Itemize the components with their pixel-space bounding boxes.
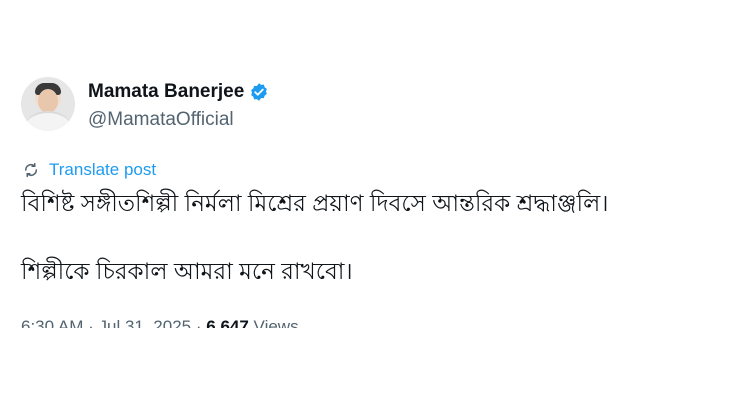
- verified-badge-icon: [251, 83, 268, 101]
- author-handle[interactable]: @MamataOfficial: [88, 109, 269, 131]
- translate-post-link[interactable]: Translate post: [22, 160, 156, 180]
- translate-icon: [24, 162, 38, 178]
- post-date[interactable]: Jul 31, 2025: [99, 317, 192, 328]
- avatar-clothing: [25, 111, 71, 131]
- separator-dot: ·: [88, 317, 99, 328]
- avatar-face: [38, 89, 58, 113]
- post-text: বিশিষ্ট সঙ্গীতশিল্পী নির্মলা মিশ্রের প্র…: [21, 186, 608, 288]
- avatar[interactable]: [21, 77, 75, 131]
- separator-dot: ·: [195, 317, 207, 328]
- post-time[interactable]: 6:30 AM: [21, 317, 83, 328]
- post-text-line: বিশিষ্ট সঙ্গীতশিল্পী নির্মলা মিশ্রের প্র…: [21, 190, 609, 216]
- name-row: Mamata Banerjee: [88, 77, 269, 107]
- post-meta: 6:30 AM · Jul 31, 2025 · 6,647 Views: [21, 316, 299, 328]
- author-display-name[interactable]: Mamata Banerjee: [88, 81, 244, 103]
- translate-post-label: Translate post: [49, 160, 157, 179]
- tweet-post: Mamata Banerjee @MamataOfficial Translat…: [0, 0, 730, 400]
- views-label: Views: [253, 317, 299, 328]
- post-header: Mamata Banerjee @MamataOfficial: [21, 77, 269, 131]
- post-text-line: শিল্পীকে চিরকাল আমরা মনে রাখবো।: [21, 258, 353, 284]
- views-count: 6,647: [206, 317, 249, 328]
- author-info: Mamata Banerjee @MamataOfficial: [88, 77, 269, 131]
